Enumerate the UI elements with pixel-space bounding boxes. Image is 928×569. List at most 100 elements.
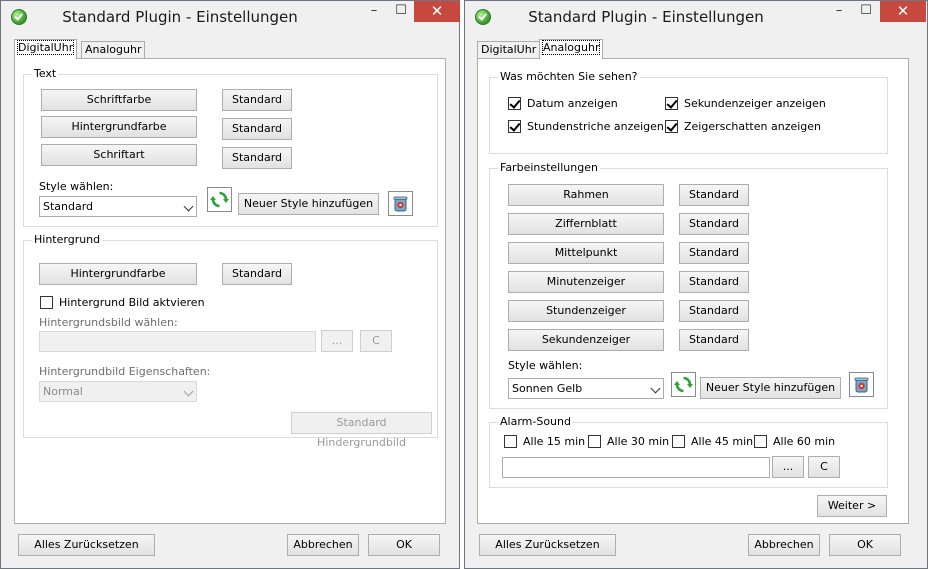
show-second-hand-label: Sekundenzeiger anzeigen — [684, 97, 826, 110]
image-properties-select[interactable]: Normal — [39, 381, 197, 402]
alarm-60-checkbox[interactable] — [754, 435, 767, 448]
show-hour-marks-label: Stundenstriche anzeigen — [527, 120, 664, 133]
browse-image-button[interactable]: ... — [321, 330, 353, 352]
alarm-15-label: Alle 15 min — [523, 435, 586, 448]
reset-all-button[interactable]: Alles Zurücksetzen — [479, 534, 616, 556]
show-hand-shadow-checkbox[interactable] — [665, 120, 678, 133]
group-title: Farbeinstellungen — [498, 161, 600, 174]
trash-icon — [393, 196, 408, 212]
center-color-button[interactable]: Mittelpunkt — [508, 242, 664, 264]
title-bar: Standard Plugin - Einstellungen – ☐ ✕ — [1, 1, 460, 32]
refresh-icon — [210, 191, 229, 208]
style-label: Style wählen: — [39, 180, 114, 193]
trash-icon — [854, 377, 869, 393]
tab-digitaluhr[interactable]: DigitalUhr — [477, 41, 541, 59]
tab-digitaluhr[interactable]: DigitalUhr — [14, 39, 78, 59]
reset-all-button[interactable]: Alles Zurücksetzen — [18, 534, 155, 556]
cancel-button[interactable]: Abbrechen — [287, 534, 359, 556]
alarm-sound-path-input[interactable] — [502, 457, 770, 478]
font-color-button[interactable]: Schriftfarbe — [41, 89, 197, 111]
second-hand-color-reset-button[interactable]: Standard — [679, 329, 749, 351]
group-title: Text — [32, 67, 59, 80]
minute-hand-color-button[interactable]: Minutenzeiger — [508, 271, 664, 293]
tab-analoguhr[interactable]: Analoguhr — [539, 39, 604, 59]
title-bar: Standard Plugin - Einstellungen – ☐ ✕ — [465, 1, 927, 32]
second-hand-color-button[interactable]: Sekundenzeiger — [508, 329, 664, 351]
clear-sound-button[interactable]: C — [808, 456, 840, 478]
image-path-input[interactable] — [39, 331, 316, 352]
alarm-45-label: Alle 45 min — [691, 435, 754, 448]
ok-button[interactable]: OK — [829, 534, 901, 556]
default-background-image-button[interactable]: Standard Hindergrundbild — [291, 412, 432, 449]
display-options-group: Was möchten Sie sehen? Datum anzeigen Se… — [489, 70, 888, 154]
settings-window-analog: Standard Plugin - Einstellungen – ☐ ✕ Di… — [464, 0, 928, 569]
alarm-30-checkbox[interactable] — [588, 435, 601, 448]
app-check-icon — [475, 9, 491, 25]
frame-color-reset-button[interactable]: Standard — [679, 184, 749, 206]
alarm-30-label: Alle 30 min — [607, 435, 670, 448]
text-bg-color-button[interactable]: Hintergrundfarbe — [41, 116, 197, 138]
font-color-reset-button[interactable]: Standard — [222, 89, 292, 111]
group-title: Alarm-Sound — [498, 415, 573, 428]
center-color-reset-button[interactable]: Standard — [679, 242, 749, 264]
add-style-button[interactable]: Neuer Style hinzufügen — [238, 193, 379, 215]
next-button[interactable]: Weiter > — [817, 495, 887, 517]
enable-background-image-label: Hintergrund Bild aktvieren — [59, 296, 205, 309]
maximize-button[interactable]: ☐ — [853, 1, 879, 22]
refresh-style-button[interactable] — [671, 372, 696, 397]
background-color-button[interactable]: Hintergrundfarbe — [39, 263, 197, 285]
show-date-checkbox[interactable] — [508, 97, 521, 110]
close-button[interactable]: ✕ — [880, 1, 926, 22]
delete-style-button[interactable] — [849, 372, 874, 397]
image-properties-label: Hintergrundbild Eigenschaften: — [39, 365, 211, 378]
alarm-60-label: Alle 60 min — [773, 435, 836, 448]
browse-sound-button[interactable]: ... — [772, 456, 804, 478]
dial-color-reset-button[interactable]: Standard — [679, 213, 749, 235]
close-button[interactable]: ✕ — [414, 1, 460, 22]
tab-analoguhr[interactable]: Analoguhr — [81, 41, 146, 59]
refresh-style-button[interactable] — [207, 187, 232, 212]
alarm-45-checkbox[interactable] — [672, 435, 685, 448]
text-group: Text Schriftfarbe Standard Hintergrundfa… — [23, 67, 438, 227]
clear-image-button[interactable]: C — [360, 330, 392, 352]
app-check-icon — [11, 9, 27, 25]
font-button[interactable]: Schriftart — [41, 144, 197, 166]
group-title: Was möchten Sie sehen? — [498, 70, 640, 83]
add-style-button[interactable]: Neuer Style hinzufügen — [700, 377, 841, 399]
alarm-sound-group: Alarm-Sound Alle 15 min Alle 30 min Alle… — [489, 415, 888, 488]
window-title: Standard Plugin - Einstellungen — [528, 8, 764, 26]
cancel-button[interactable]: Abbrechen — [748, 534, 820, 556]
style-select[interactable]: Sonnen Gelb — [508, 378, 664, 399]
style-select[interactable]: Standard — [39, 196, 197, 217]
chevron-down-icon — [183, 386, 194, 397]
enable-background-image-checkbox[interactable] — [40, 296, 53, 309]
hour-hand-color-button[interactable]: Stundenzeiger — [508, 300, 664, 322]
minimize-button[interactable]: – — [826, 1, 852, 22]
minimize-button[interactable]: – — [361, 1, 387, 22]
color-settings-group: Farbeinstellungen Rahmen Standard Ziffer… — [489, 161, 888, 409]
window-title: Standard Plugin - Einstellungen — [62, 8, 298, 26]
text-bg-color-reset-button[interactable]: Standard — [222, 118, 292, 140]
ok-button[interactable]: OK — [368, 534, 440, 556]
frame-color-button[interactable]: Rahmen — [508, 184, 664, 206]
group-title: Hintergrund — [32, 233, 103, 246]
background-group: Hintergrund Hintergrundfarbe Standard Hi… — [23, 233, 438, 449]
dial-color-button[interactable]: Ziffernblatt — [508, 213, 664, 235]
tab-panel: Was möchten Sie sehen? Datum anzeigen Se… — [477, 58, 909, 524]
background-color-reset-button[interactable]: Standard — [222, 263, 292, 285]
chevron-down-icon — [650, 383, 661, 394]
style-label: Style wählen: — [508, 359, 583, 372]
font-reset-button[interactable]: Standard — [222, 147, 292, 169]
show-hour-marks-checkbox[interactable] — [508, 120, 521, 133]
show-date-label: Datum anzeigen — [527, 97, 618, 110]
minute-hand-color-reset-button[interactable]: Standard — [679, 271, 749, 293]
delete-style-button[interactable] — [388, 191, 413, 216]
alarm-15-checkbox[interactable] — [504, 435, 517, 448]
refresh-icon — [674, 376, 693, 393]
hour-hand-color-reset-button[interactable]: Standard — [679, 300, 749, 322]
settings-window-digital: Standard Plugin - Einstellungen – ☐ ✕ Di… — [0, 0, 460, 569]
choose-image-label: Hintergrundsbild wählen: — [39, 316, 178, 329]
maximize-button[interactable]: ☐ — [388, 1, 414, 22]
show-second-hand-checkbox[interactable] — [665, 97, 678, 110]
show-hand-shadow-label: Zeigerschatten anzeigen — [684, 120, 822, 133]
